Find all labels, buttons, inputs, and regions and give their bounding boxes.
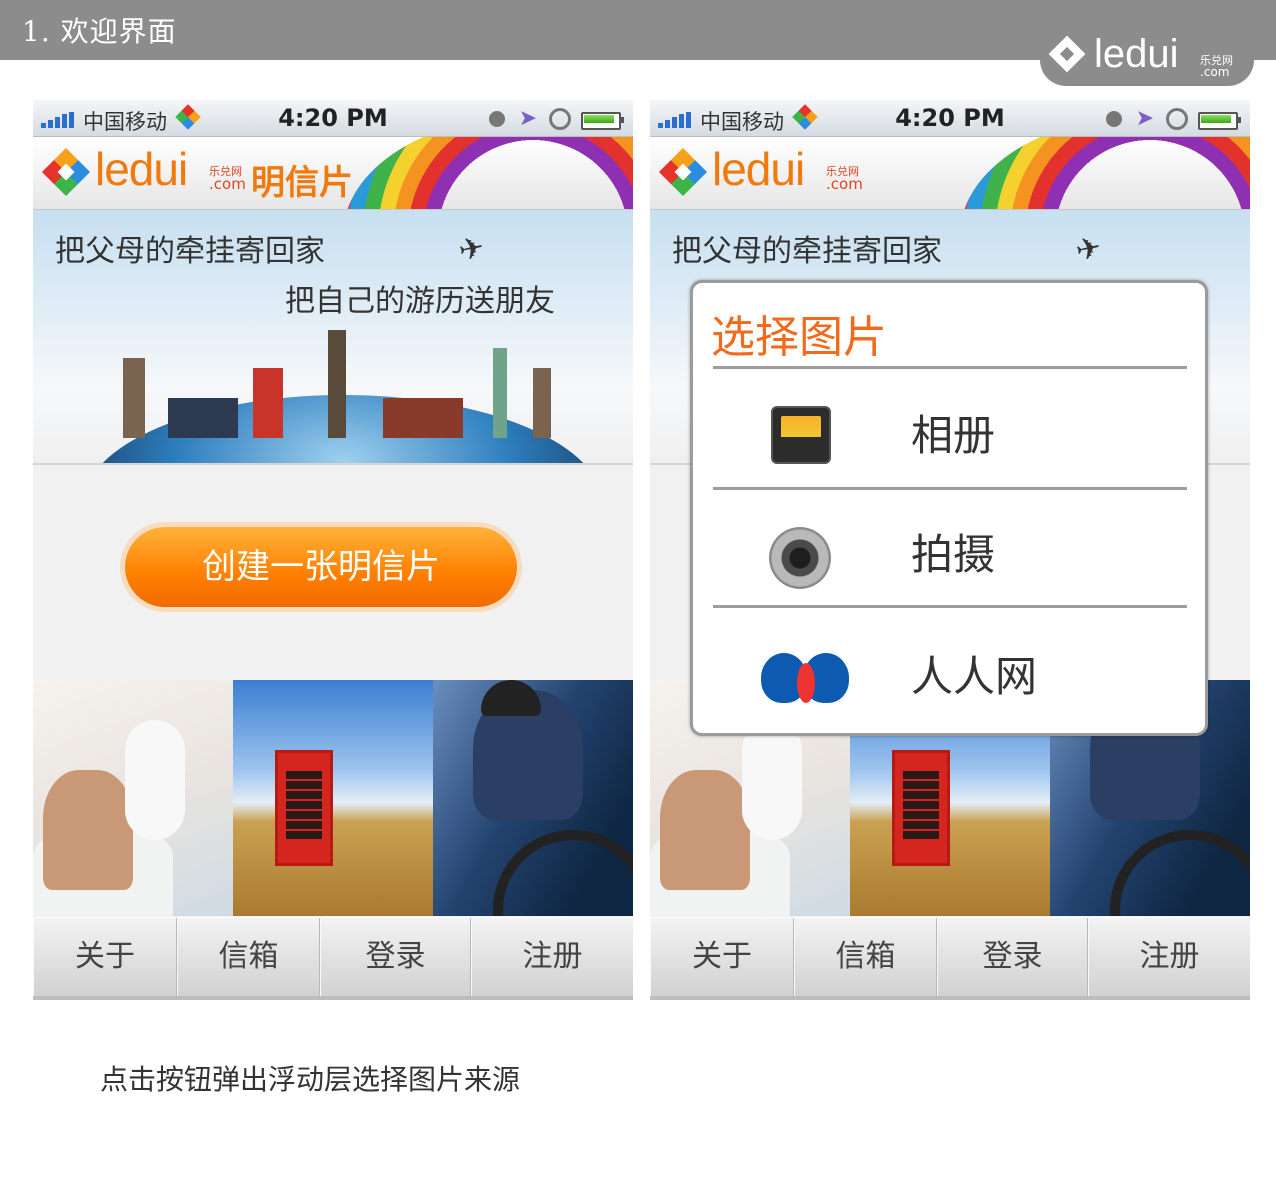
phone-screen-welcome: 中国移动 4:20 PM ➤ ledui 乐兑网 .com 明信片 把父母的牵挂… (33, 100, 633, 1000)
create-postcard-button[interactable]: 创建一张明信片 (125, 527, 517, 607)
status-bar: 中国移动 4:20 PM ➤ (650, 100, 1250, 137)
brand-word: ledui (1094, 32, 1179, 76)
option-label: 相册 (911, 411, 996, 460)
tab-register[interactable]: 注册 (471, 918, 633, 996)
divider (713, 487, 1187, 490)
battery-icon (1198, 112, 1241, 130)
photo-cyclist[interactable] (433, 680, 633, 916)
brand-logo-icon (1048, 35, 1086, 73)
cta-area: 创建一张明信片 (33, 465, 633, 677)
hero-banner: 把父母的牵挂寄回家 把自己的游历送朋友 ✈ (33, 210, 633, 465)
renren-icon (761, 653, 851, 703)
tab-mailbox[interactable]: 信箱 (177, 918, 320, 996)
banner-slogan-1: 把父母的牵挂寄回家 (672, 234, 942, 269)
tab-mailbox[interactable]: 信箱 (794, 918, 937, 996)
rainbow-decoration (343, 137, 633, 209)
tab-register[interactable]: 注册 (1088, 918, 1250, 996)
section-title: 1. 欢迎界面 (22, 15, 177, 48)
option-camera[interactable]: 拍摄 (693, 491, 1205, 607)
rotation-lock-icon (1166, 108, 1188, 130)
tab-bar: 关于 信箱 登录 注册 (650, 917, 1250, 1000)
status-time: 4:20 PM (278, 104, 388, 132)
status-time: 4:20 PM (895, 104, 1005, 132)
photo-strip (33, 680, 633, 916)
option-album[interactable]: 相册 (693, 370, 1205, 486)
app-header: ledui 乐兑网 .com (650, 137, 1250, 210)
rainbow-decoration (960, 137, 1250, 209)
airplane-icon: ✈ (1072, 229, 1105, 270)
airplane-icon: ✈ (455, 229, 488, 270)
divider (713, 605, 1187, 608)
phone-screen-picker: 中国移动 4:20 PM ➤ ledui 乐兑网 .com 把父母的牵挂寄回家 … (650, 100, 1250, 1000)
logo-word: ledui (95, 143, 188, 195)
tab-login[interactable]: 登录 (937, 918, 1088, 996)
landmarks-image (113, 328, 573, 438)
battery-icon (581, 112, 624, 130)
option-label: 人人网 (911, 652, 1038, 701)
rotation-lock-icon (549, 108, 571, 130)
app-title: 明信片 (251, 163, 353, 203)
option-label: 拍摄 (911, 530, 996, 579)
dialog-title: 选择图片 (711, 312, 887, 363)
logo-com: .com (826, 175, 863, 193)
photo-phonebox[interactable] (233, 680, 433, 916)
banner-slogan-1: 把父母的牵挂寄回家 (55, 234, 325, 269)
banner-slogan-2: 把自己的游历送朋友 (285, 284, 555, 319)
album-icon (771, 406, 831, 464)
divider (713, 366, 1187, 369)
ledui-logo-icon (658, 147, 708, 197)
status-bar: 中国移动 4:20 PM ➤ (33, 100, 633, 137)
tab-about[interactable]: 关于 (33, 918, 177, 996)
brand-tab: ledui 乐兑网 .com (1040, 28, 1254, 86)
location-arrow-icon: ➤ (518, 106, 537, 131)
logo-word: ledui (712, 143, 805, 195)
clock-icon (489, 111, 505, 127)
app-header: ledui 乐兑网 .com 明信片 (33, 137, 633, 210)
logo-com: .com (209, 175, 246, 193)
photo-family[interactable] (33, 680, 233, 916)
location-arrow-icon: ➤ (1135, 106, 1154, 131)
camera-icon (769, 527, 831, 589)
brand-com: .com (1200, 65, 1230, 79)
tab-bar: 关于 信箱 登录 注册 (33, 917, 633, 1000)
clock-icon (1106, 111, 1122, 127)
option-renren[interactable]: 人人网 (693, 609, 1205, 725)
tab-about[interactable]: 关于 (650, 918, 794, 996)
caption-text: 点击按钮弹出浮动层选择图片来源 (100, 1063, 521, 1096)
ledui-logo-icon (41, 147, 91, 197)
tab-login[interactable]: 登录 (320, 918, 471, 996)
image-source-dialog: 选择图片 相册 拍摄 人人网 (690, 280, 1208, 736)
